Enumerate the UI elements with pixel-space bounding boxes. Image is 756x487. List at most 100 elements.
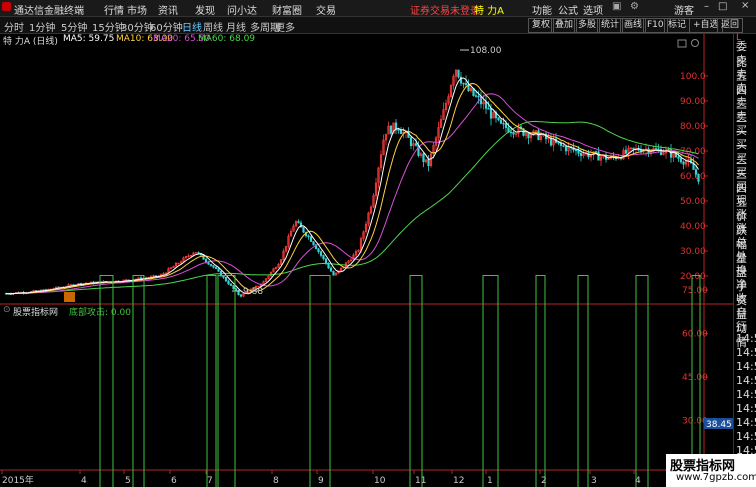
candle-body <box>667 149 670 151</box>
side-panel-label: 14:5 <box>736 430 756 443</box>
candle-body <box>682 161 685 165</box>
kline-chart-area[interactable]: 100.090.0080.0070.0060.0050.0040.0030.00… <box>0 34 733 487</box>
candle-body <box>414 143 418 146</box>
indicator-formula-value: 底部攻击: 0.00 <box>69 308 131 318</box>
ma60-line <box>5 120 699 295</box>
candlestick-series <box>4 69 700 298</box>
candle-body <box>397 129 400 131</box>
candle-body <box>489 108 493 119</box>
candle-body <box>497 117 500 121</box>
maximize-icon[interactable]: □ <box>718 1 727 12</box>
date-tick-label: 8 <box>273 476 279 486</box>
side-panel-label: 14:5 <box>736 346 756 359</box>
candle-body <box>212 265 215 268</box>
tab-period-more[interactable]: 更多 <box>275 19 295 34</box>
date-tick-label: 2015年 <box>2 474 34 486</box>
candle-body <box>502 123 505 125</box>
app-title: 通达信金融终端 <box>14 6 84 17</box>
menu-item-function[interactable]: 功能 <box>532 2 552 17</box>
menu-item-formula[interactable]: 公式 <box>558 2 578 17</box>
menu-item-ask[interactable]: 问小达 <box>227 2 257 17</box>
watermark-url: www.7gpzb.com <box>676 472 756 483</box>
indicator-name[interactable]: 股票指标网 <box>13 305 58 318</box>
minimize-icon[interactable]: – <box>704 1 709 12</box>
date-tick-label: 1 <box>487 476 493 486</box>
tab-period-30min[interactable]: 30分钟 <box>121 19 154 34</box>
candle-body <box>557 142 560 144</box>
candle-body <box>329 267 333 272</box>
tab-period-15min[interactable]: 15分钟 <box>92 19 125 34</box>
menu-item-trade[interactable]: 交易 <box>316 2 336 17</box>
date-tick-label: 7 <box>207 476 213 486</box>
date-tick-label: 4 <box>81 476 87 486</box>
candle-body <box>222 275 225 278</box>
svg-text:9.88: 9.88 <box>243 287 263 297</box>
menu-item-discover[interactable]: 发现 <box>195 2 215 17</box>
back-button[interactable]: 返回 <box>717 18 744 33</box>
app-logo-icon <box>2 2 11 11</box>
chart-close-icon[interactable] <box>691 39 699 47</box>
candle-body <box>309 236 313 242</box>
price-tick-label: 40.00 <box>680 222 706 232</box>
candle-body <box>399 130 403 134</box>
close-icon[interactable]: × <box>741 0 749 11</box>
candle-body <box>487 108 490 110</box>
current-stock: 特 力A <box>474 6 505 17</box>
indicator-icon[interactable]: ⊙ <box>3 305 11 315</box>
candle-body <box>632 147 635 150</box>
candle-body <box>464 82 468 85</box>
candle-body <box>322 255 325 260</box>
event-marker-icon[interactable] <box>64 292 75 302</box>
date-tick-label: 9 <box>318 476 324 486</box>
tab-period-timeshare[interactable]: 分时 <box>4 19 24 34</box>
menu-item-market[interactable]: 市场 <box>127 2 147 17</box>
candle-body <box>677 156 680 159</box>
menu-item-wealth[interactable]: 财富圈 <box>272 2 302 17</box>
price-axis: 100.090.0080.0070.0060.0050.0040.0030.00… <box>680 72 708 282</box>
candle-body <box>594 151 598 153</box>
price-tick-label: 50.00 <box>680 197 706 207</box>
candle-body <box>499 119 503 124</box>
tab-period-1min[interactable]: 1分钟 <box>29 19 55 34</box>
candle-body <box>457 69 460 78</box>
indicator-tick-label: 75.00 <box>682 286 708 296</box>
tab-period-monthly[interactable]: 月线 <box>226 19 246 34</box>
side-panel-label: 14:5 <box>736 332 756 345</box>
indicator-tick-label: 45.00 <box>682 373 708 383</box>
chart-expand-icon[interactable] <box>677 39 687 48</box>
candle-body <box>577 149 580 154</box>
price-tick-label: 30.00 <box>680 247 706 257</box>
menu-item-options[interactable]: 选项 <box>583 2 603 17</box>
ma5-line <box>5 77 699 295</box>
menu-item-news[interactable]: 资讯 <box>158 2 178 17</box>
candle-body <box>312 241 315 246</box>
tab-period-weekly[interactable]: 周线 <box>203 19 223 34</box>
title-bar: 通达信金融终端 行情 市场 资讯 发现 问小达 财富圈 交易 证券交易未登录 特… <box>0 0 756 17</box>
date-tick-label: 11 <box>415 476 426 486</box>
period-toolbar: 分时 1分钟 5分钟 15分钟 30分钟 60分钟 日线 周线 月线 多周期 更… <box>0 17 756 34</box>
menu-item-guest[interactable]: 游客 <box>674 2 694 17</box>
candle-body <box>389 125 393 134</box>
candle-body <box>509 131 513 134</box>
high-price-annotation: 108.00 <box>460 46 502 56</box>
quote-side-panel: L 委比 卖五 卖四 卖三 卖二 卖一 买一 买二 买三 买四 买五 现价 涨跌 涨幅 总量 外盘 换手 净资 收益… <box>733 33 756 487</box>
date-tick-label: 12 <box>453 476 464 486</box>
candle-body <box>484 101 488 109</box>
settings-icon[interactable]: ⚙ <box>630 1 639 12</box>
login-status[interactable]: 证券交易未登录 <box>410 2 480 17</box>
message-icon[interactable]: ▣ <box>612 1 621 12</box>
candle-body <box>512 131 515 135</box>
candle-body <box>214 266 218 269</box>
candle-body <box>204 259 208 263</box>
candle-body <box>477 95 480 98</box>
tab-period-5min[interactable]: 5分钟 <box>61 19 87 34</box>
mark-button[interactable]: 标记 <box>664 18 691 33</box>
menu-item-quotes[interactable]: 行情 <box>104 2 124 17</box>
price-tick-label: 100.0 <box>680 72 706 82</box>
candle-body <box>504 123 508 129</box>
indicator-tick-label: 60.00 <box>682 330 708 340</box>
tab-period-daily[interactable]: 日线 <box>182 19 202 34</box>
candle-body <box>562 145 565 147</box>
svg-text:108.00: 108.00 <box>470 46 502 56</box>
tab-period-60min[interactable]: 60分钟 <box>150 19 183 34</box>
